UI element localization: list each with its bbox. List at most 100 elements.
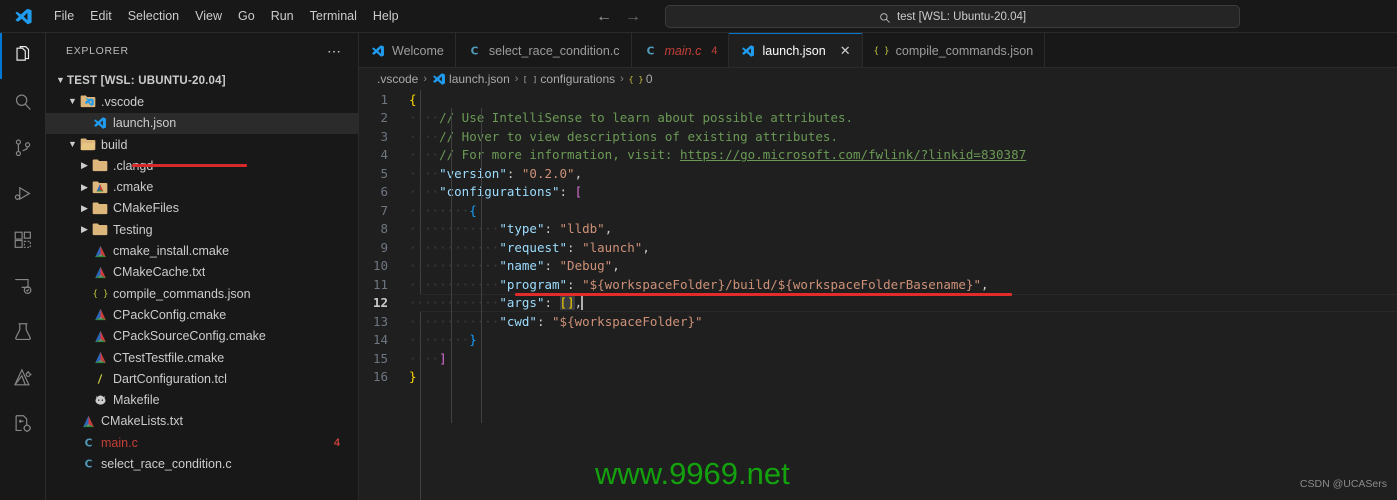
chevron-down-icon[interactable]: ▼: [66, 97, 79, 106]
breadcrumb-item-launch-json[interactable]: launch.json: [432, 72, 510, 86]
code-token: :: [560, 184, 575, 199]
breadcrumb-item-configurations[interactable]: [ ]configurations: [523, 72, 615, 86]
close-icon[interactable]: ✕: [840, 44, 851, 57]
tree-item-cmakecache-txt[interactable]: CMakeCache.txt: [46, 262, 358, 283]
tree-item-test-wsl-ubuntu-20-04[interactable]: ▼TEST [WSL: UBUNTU-20.04]: [46, 70, 358, 91]
breadcrumb-item--vscode[interactable]: .vscode: [377, 72, 418, 86]
menu-item-edit[interactable]: Edit: [82, 5, 120, 27]
chevron-right-icon[interactable]: ▶: [78, 161, 91, 170]
activity-item-run-and-debug[interactable]: [0, 171, 46, 217]
code-line-text: ····"configurations": [: [409, 184, 582, 199]
code-token: "${workspaceFolder}/build/${workspaceFol…: [582, 277, 981, 292]
folder-vscode-icon: [79, 94, 97, 109]
code-token: }: [469, 332, 477, 347]
menu-item-selection[interactable]: Selection: [120, 5, 187, 27]
tree-item-compile-commands-json[interactable]: { }compile_commands.json: [46, 283, 358, 304]
tree-item-cpackconfig-cmake[interactable]: CPackConfig.cmake: [46, 304, 358, 325]
activity-item-search[interactable]: [0, 79, 46, 125]
activity-item-extensions[interactable]: [0, 217, 46, 263]
editor-tab-select-race-condition-c[interactable]: Cselect_race_condition.c: [456, 33, 632, 68]
chevron-down-icon[interactable]: ▼: [54, 76, 67, 85]
activity-item-testing[interactable]: [0, 309, 46, 355]
whitespace-dots: ········: [409, 332, 469, 347]
tree-item-ctesttestfile-cmake[interactable]: CTestTestfile.cmake: [46, 347, 358, 368]
code-line[interactable]: 15····]: [359, 349, 1397, 368]
tree-item-main-c[interactable]: Cmain.c4: [46, 432, 358, 453]
tree-item-cmakefiles[interactable]: ▶CMakeFiles: [46, 198, 358, 219]
code-line[interactable]: 10············"name": "Debug",: [359, 257, 1397, 276]
tree-item-label: Testing: [113, 223, 153, 237]
whitespace-dots: ····: [409, 166, 439, 181]
ellipsis-icon[interactable]: ⋯: [327, 47, 342, 55]
code-line[interactable]: 8············"type": "lldb",: [359, 220, 1397, 239]
menu-item-run[interactable]: Run: [263, 5, 302, 27]
tree-item-cmake[interactable]: ▶ .cmake: [46, 176, 358, 197]
menu-item-terminal[interactable]: Terminal: [302, 5, 365, 27]
code-token: :: [507, 166, 522, 181]
code-token: }: [409, 369, 417, 384]
vscode-file-icon: [370, 44, 386, 58]
code-line[interactable]: 16}: [359, 368, 1397, 387]
activity-item-source-control[interactable]: [0, 125, 46, 171]
editor-tab-welcome[interactable]: Welcome: [359, 33, 456, 68]
chevron-right-icon[interactable]: ▶: [78, 225, 91, 234]
cmake-file-icon: [93, 329, 108, 344]
breadcrumb-item-0[interactable]: { }0: [629, 72, 653, 86]
chevron-right-icon[interactable]: ▶: [78, 204, 91, 213]
editor-tab-launch-json[interactable]: launch.json✕: [729, 33, 862, 68]
command-center[interactable]: test [WSL: Ubuntu-20.04]: [665, 5, 1240, 28]
twisty-spacer: [66, 417, 79, 426]
code-line[interactable]: 11············"program": "${workspaceFol…: [359, 275, 1397, 294]
tree-item-dartconfiguration-tcl[interactable]: DartConfiguration.tcl: [46, 368, 358, 389]
code-line[interactable]: 2····// Use IntelliSense to learn about …: [359, 109, 1397, 128]
arrow-left-icon[interactable]: ←: [595, 9, 613, 25]
activity-item-cmake-tools[interactable]: [0, 355, 46, 401]
text-cursor: [581, 295, 583, 310]
tree-item-select-race-condition-c[interactable]: Cselect_race_condition.c: [46, 453, 358, 474]
activity-item-remote-explorer[interactable]: [0, 263, 46, 309]
code-line[interactable]: 1{: [359, 90, 1397, 109]
tree-item-cmake-install-cmake[interactable]: cmake_install.cmake: [46, 240, 358, 261]
arrow-right-icon[interactable]: →: [624, 9, 642, 25]
menu-item-help[interactable]: Help: [365, 5, 407, 27]
cmake-file-icon: [93, 244, 108, 259]
folder-icon: [92, 222, 108, 237]
chevron-down-icon[interactable]: ▼: [66, 140, 79, 149]
code-link[interactable]: https://go.microsoft.com/fwlink/?linkid=…: [680, 147, 1026, 162]
tree-item-build[interactable]: ▼build: [46, 134, 358, 155]
tree-item-cpacksourceconfig-cmake[interactable]: CPackSourceConfig.cmake: [46, 326, 358, 347]
vscode-file-icon: [432, 72, 446, 86]
code-line[interactable]: 5····"version": "0.2.0",: [359, 164, 1397, 183]
code-line[interactable]: 12············"args": [],: [359, 294, 1397, 313]
code-line[interactable]: 3····// Hover to view descriptions of ex…: [359, 127, 1397, 146]
code-line[interactable]: 9············"request": "launch",: [359, 238, 1397, 257]
menu-item-view[interactable]: View: [187, 5, 230, 27]
breadcrumb-separator: ›: [515, 73, 519, 85]
editor-tab-main-c[interactable]: Cmain.c4: [632, 33, 730, 68]
error-count-badge: 4: [334, 437, 340, 449]
code-line[interactable]: 7········{: [359, 201, 1397, 220]
code-token: :: [544, 295, 559, 310]
menu-item-go[interactable]: Go: [230, 5, 263, 27]
menu-item-file[interactable]: File: [46, 5, 82, 27]
tree-item-launch-json[interactable]: launch.json: [46, 113, 358, 134]
tree-item-testing[interactable]: ▶ Testing: [46, 219, 358, 240]
activity-item-explorer[interactable]: [0, 33, 46, 79]
code-line[interactable]: 6····"configurations": [: [359, 183, 1397, 202]
editor-tab-compile-commands-json[interactable]: { }compile_commands.json: [863, 33, 1046, 68]
chevron-right-icon[interactable]: ▶: [78, 183, 91, 192]
code-token: "launch": [582, 240, 642, 255]
tree-item-vscode[interactable]: ▼.vscode: [46, 91, 358, 112]
activity-item-cpp-config[interactable]: [0, 401, 46, 447]
code-token: ,: [642, 240, 650, 255]
code-line[interactable]: 4····// For more information, visit: htt…: [359, 146, 1397, 165]
tree-item-cmakelists-txt[interactable]: CMakeLists.txt: [46, 411, 358, 432]
code-line[interactable]: 13············"cwd": "${workspaceFolder}…: [359, 312, 1397, 331]
code-token: ,: [575, 166, 583, 181]
tab-error-count-badge: 4: [711, 45, 717, 57]
editor-annotation-underline: [515, 293, 1012, 296]
breadcrumb-item-label: configurations: [540, 72, 615, 86]
code-line[interactable]: 14········}: [359, 331, 1397, 350]
tree-item-label: .cmake: [113, 180, 153, 194]
tree-item-makefile[interactable]: Makefile: [46, 389, 358, 410]
